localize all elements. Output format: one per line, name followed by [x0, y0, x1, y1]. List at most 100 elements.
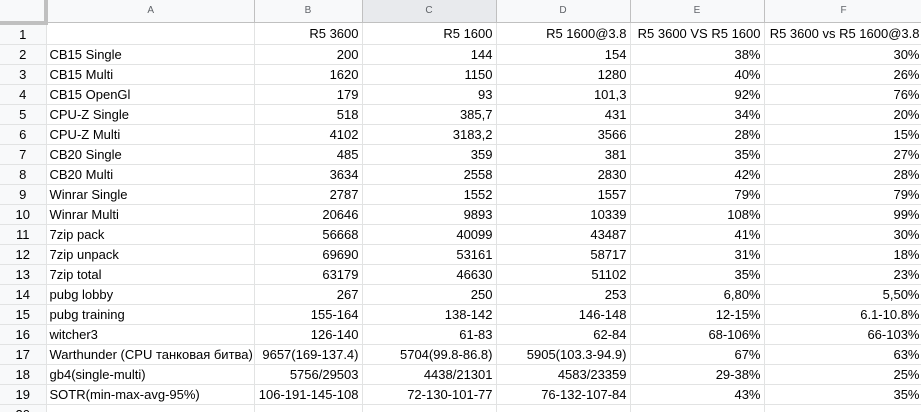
- cell-c17[interactable]: 5704(99.8-86.8): [362, 344, 497, 365]
- row-header[interactable]: 19: [0, 384, 47, 405]
- cell-b12[interactable]: 69690: [254, 244, 363, 265]
- column-header-e[interactable]: E: [630, 0, 765, 23]
- cell-e16[interactable]: 68-106%: [630, 324, 765, 345]
- cell-d3[interactable]: 1280: [496, 64, 631, 85]
- cell-a15[interactable]: pubg training: [46, 304, 255, 325]
- cell-e15[interactable]: 12-15%: [630, 304, 765, 325]
- cell-a20[interactable]: [46, 404, 255, 412]
- cell-b6[interactable]: 4102: [254, 124, 363, 145]
- cell-b11[interactable]: 56668: [254, 224, 363, 245]
- cell-b20[interactable]: [254, 404, 363, 412]
- cell-a16[interactable]: witcher3: [46, 324, 255, 345]
- cell-a19[interactable]: SOTR(min-max-avg-95%): [46, 384, 255, 405]
- cell-a7[interactable]: CB20 Single: [46, 144, 255, 165]
- cell-d12[interactable]: 58717: [496, 244, 631, 265]
- row-header[interactable]: 15: [0, 304, 47, 325]
- cell-f14[interactable]: 5,50%: [764, 284, 921, 305]
- cell-c14[interactable]: 250: [362, 284, 497, 305]
- cell-d15[interactable]: 146-148: [496, 304, 631, 325]
- cell-f5[interactable]: 20%: [764, 104, 921, 125]
- cell-a3[interactable]: CB15 Multi: [46, 64, 255, 85]
- cell-d1[interactable]: R5 1600@3.8: [496, 22, 631, 45]
- cell-f4[interactable]: 76%: [764, 84, 921, 105]
- cell-f12[interactable]: 18%: [764, 244, 921, 265]
- cell-f13[interactable]: 23%: [764, 264, 921, 285]
- cell-a1[interactable]: [46, 22, 255, 45]
- cell-c12[interactable]: 53161: [362, 244, 497, 265]
- cell-b10[interactable]: 20646: [254, 204, 363, 225]
- cell-d14[interactable]: 253: [496, 284, 631, 305]
- cell-f8[interactable]: 28%: [764, 164, 921, 185]
- column-header-c[interactable]: C: [362, 0, 497, 23]
- row-header[interactable]: 7: [0, 144, 47, 165]
- cell-b5[interactable]: 518: [254, 104, 363, 125]
- cell-f3[interactable]: 26%: [764, 64, 921, 85]
- cell-e4[interactable]: 92%: [630, 84, 765, 105]
- cell-b8[interactable]: 3634: [254, 164, 363, 185]
- cell-e14[interactable]: 6,80%: [630, 284, 765, 305]
- cell-a8[interactable]: CB20 Multi: [46, 164, 255, 185]
- cell-e19[interactable]: 43%: [630, 384, 765, 405]
- row-header[interactable]: 1: [0, 22, 47, 45]
- cell-f15[interactable]: 6.1-10.8%: [764, 304, 921, 325]
- cell-f19[interactable]: 35%: [764, 384, 921, 405]
- cell-b19[interactable]: 106-191-145-108: [254, 384, 363, 405]
- cell-c1[interactable]: R5 1600: [362, 22, 497, 45]
- cell-d7[interactable]: 381: [496, 144, 631, 165]
- cell-d19[interactable]: 76-132-107-84: [496, 384, 631, 405]
- cell-d8[interactable]: 2830: [496, 164, 631, 185]
- cell-c5[interactable]: 385,7: [362, 104, 497, 125]
- cell-b13[interactable]: 63179: [254, 264, 363, 285]
- cell-d4[interactable]: 101,3: [496, 84, 631, 105]
- cell-e9[interactable]: 79%: [630, 184, 765, 205]
- cell-f1[interactable]: R5 3600 vs R5 1600@3.8: [764, 22, 921, 45]
- cell-b14[interactable]: 267: [254, 284, 363, 305]
- cell-a2[interactable]: CB15 Single: [46, 44, 255, 65]
- column-header-d[interactable]: D: [496, 0, 631, 23]
- row-header[interactable]: 18: [0, 364, 47, 385]
- column-header-b[interactable]: B: [254, 0, 363, 23]
- cell-c6[interactable]: 3183,2: [362, 124, 497, 145]
- cell-a9[interactable]: Winrar Single: [46, 184, 255, 205]
- row-header[interactable]: 2: [0, 44, 47, 65]
- cell-f6[interactable]: 15%: [764, 124, 921, 145]
- cell-b16[interactable]: 126-140: [254, 324, 363, 345]
- cell-b9[interactable]: 2787: [254, 184, 363, 205]
- cell-c18[interactable]: 4438/21301: [362, 364, 497, 385]
- cell-a14[interactable]: pubg lobby: [46, 284, 255, 305]
- cell-e2[interactable]: 38%: [630, 44, 765, 65]
- cell-d10[interactable]: 10339: [496, 204, 631, 225]
- cell-a18[interactable]: gb4(single-multi): [46, 364, 255, 385]
- cell-c7[interactable]: 359: [362, 144, 497, 165]
- row-header[interactable]: 13: [0, 264, 47, 285]
- cell-e8[interactable]: 42%: [630, 164, 765, 185]
- row-header[interactable]: 9: [0, 184, 47, 205]
- cell-c8[interactable]: 2558: [362, 164, 497, 185]
- row-header[interactable]: 6: [0, 124, 47, 145]
- cell-c4[interactable]: 93: [362, 84, 497, 105]
- cell-d13[interactable]: 51102: [496, 264, 631, 285]
- cell-d17[interactable]: 5905(103.3-94.9): [496, 344, 631, 365]
- cell-e5[interactable]: 34%: [630, 104, 765, 125]
- row-header[interactable]: 4: [0, 84, 47, 105]
- row-header[interactable]: 5: [0, 104, 47, 125]
- cell-a4[interactable]: CB15 OpenGl: [46, 84, 255, 105]
- cell-a17[interactable]: Warthunder (CPU танковая битва): [46, 344, 255, 365]
- cell-c13[interactable]: 46630: [362, 264, 497, 285]
- row-header[interactable]: 14: [0, 284, 47, 305]
- cell-c15[interactable]: 138-142: [362, 304, 497, 325]
- cell-e7[interactable]: 35%: [630, 144, 765, 165]
- cell-a11[interactable]: 7zip pack: [46, 224, 255, 245]
- row-header[interactable]: 17: [0, 344, 47, 365]
- cell-c19[interactable]: 72-130-101-77: [362, 384, 497, 405]
- cell-d6[interactable]: 3566: [496, 124, 631, 145]
- cell-b15[interactable]: 155-164: [254, 304, 363, 325]
- row-header[interactable]: 20: [0, 404, 47, 412]
- cell-b17[interactable]: 9657(169-137.4): [254, 344, 363, 365]
- cell-e1[interactable]: R5 3600 VS R5 1600: [630, 22, 765, 45]
- cell-f17[interactable]: 63%: [764, 344, 921, 365]
- cell-b3[interactable]: 1620: [254, 64, 363, 85]
- cell-f11[interactable]: 30%: [764, 224, 921, 245]
- cell-f9[interactable]: 79%: [764, 184, 921, 205]
- cell-e10[interactable]: 108%: [630, 204, 765, 225]
